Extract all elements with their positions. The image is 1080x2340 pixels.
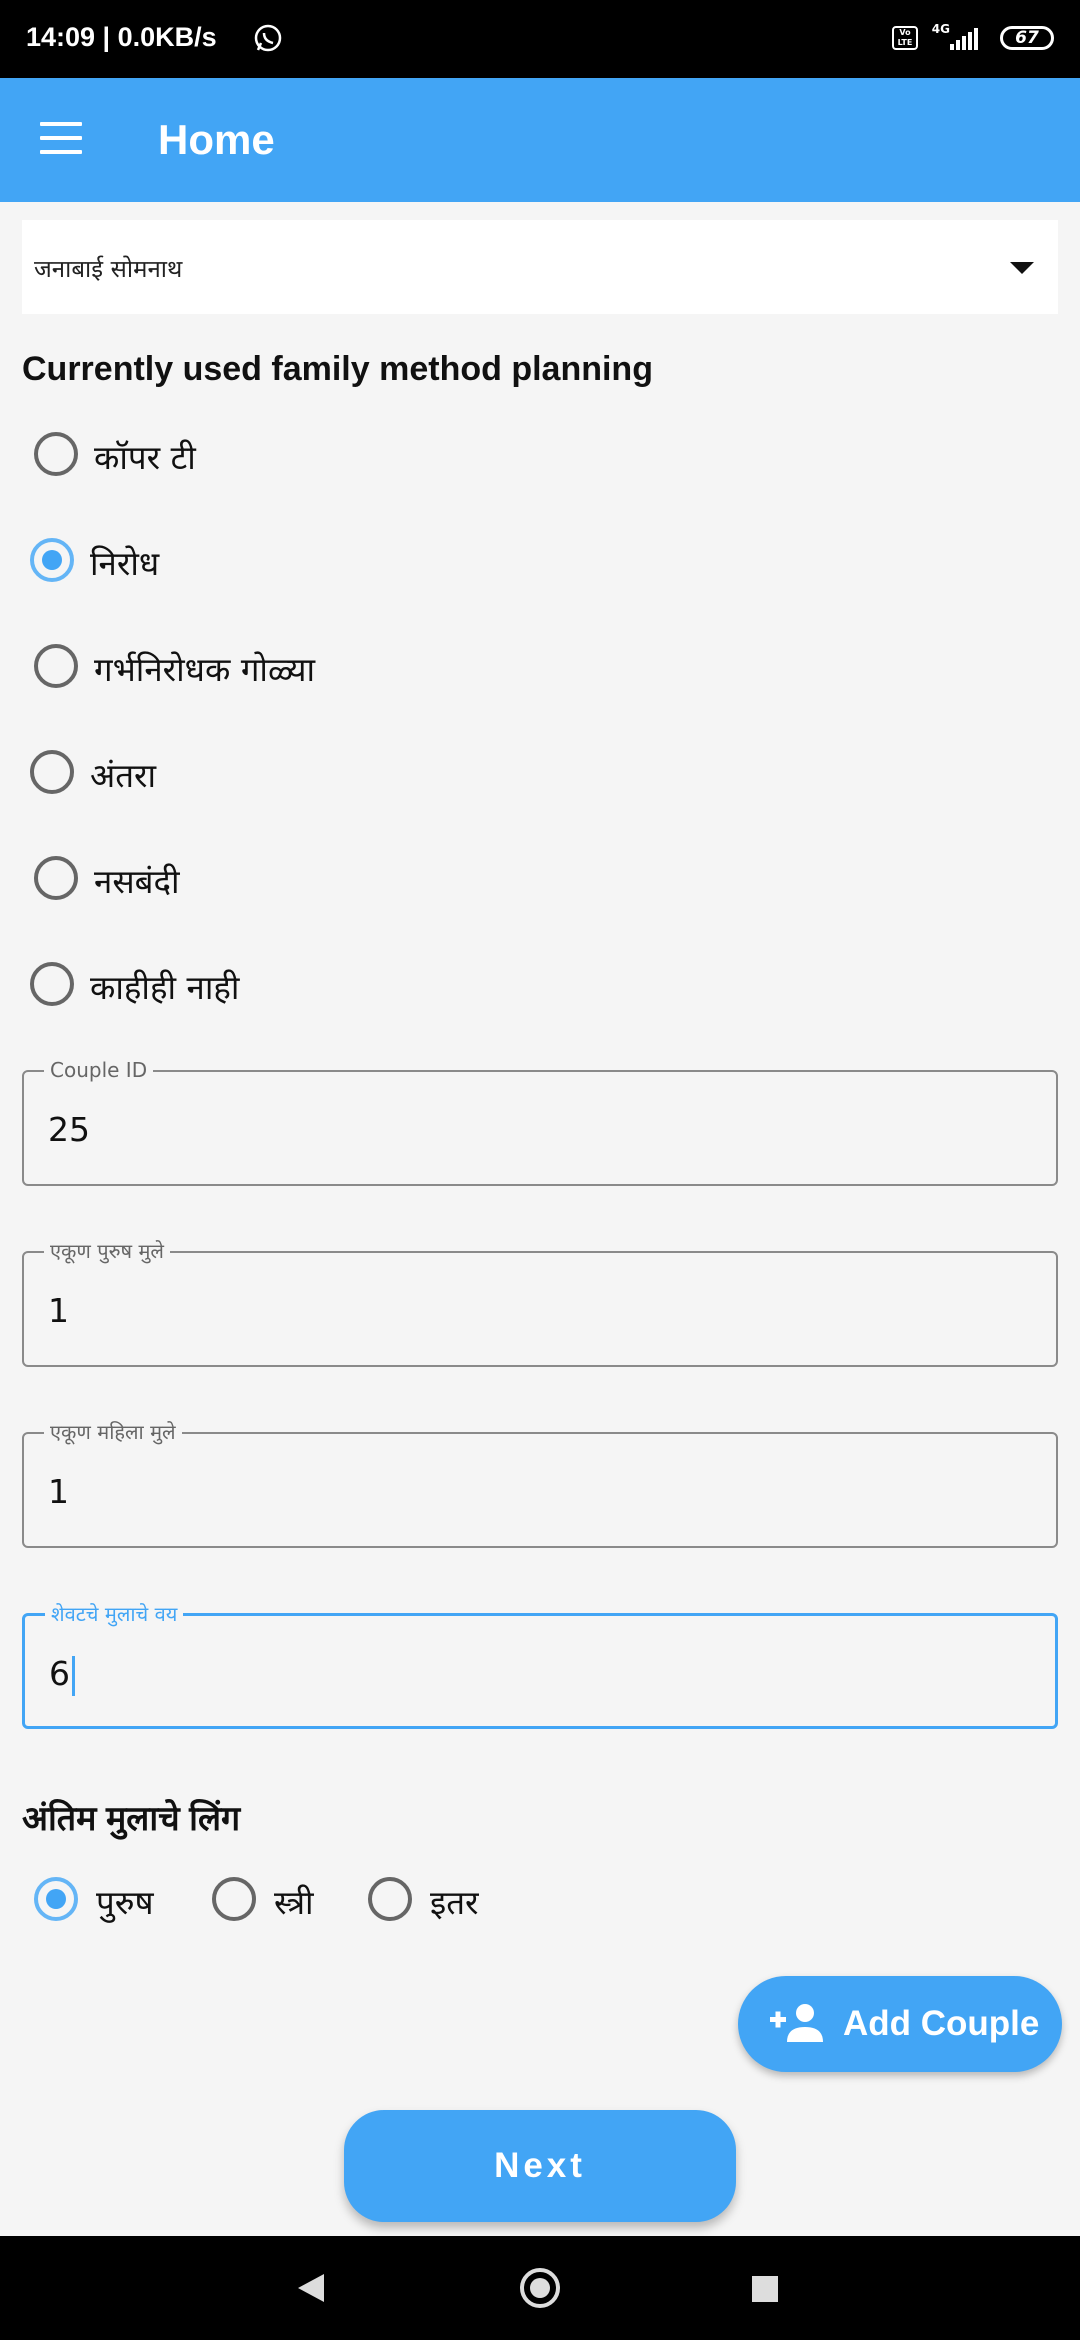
field-value-text: 6 [49, 1654, 70, 1693]
radio-label: पुरुष [96, 1883, 154, 1922]
field-label: Couple ID [44, 1058, 154, 1082]
radio-option-contraceptive-pills[interactable]: गर्भनिरोधक गोळ्या [34, 644, 434, 704]
dropdown-arrow-icon [1010, 262, 1034, 274]
radio-option-copper-t[interactable]: कॉपर टी [34, 432, 434, 492]
field-value: 1 [48, 1472, 69, 1511]
radio-button[interactable] [34, 432, 78, 476]
radio-label: कॉपर टी [94, 438, 196, 477]
radio-label: काहीही नाही [90, 968, 240, 1007]
radio-option-male[interactable]: पुरुष [34, 1877, 184, 1937]
battery-icon: 67 [1000, 26, 1054, 50]
status-time: 14:09 | 0.0KB/s [26, 22, 217, 52]
radio-label: इतर [430, 1883, 479, 1922]
radio-label: स्त्री [274, 1883, 314, 1922]
radio-option-other[interactable]: इतर [368, 1877, 508, 1937]
add-couple-label: Add Couple [843, 2004, 1040, 2043]
radio-button[interactable] [30, 962, 74, 1006]
female-children-field[interactable]: एकूण महिला मुले 1 [22, 1420, 1058, 1548]
system-nav-bar [0, 2236, 1080, 2340]
status-bar: 14:09 | 0.0KB/s Vo LTE 4G 67 [0, 0, 1080, 78]
radio-label: अंतरा [90, 756, 157, 795]
recent-apps-icon[interactable] [752, 2276, 778, 2302]
add-person-icon [770, 2004, 823, 2042]
field-label: एकूण महिला मुले [44, 1420, 182, 1444]
radio-option-sterilization[interactable]: नसबंदी [34, 856, 434, 916]
page-title: Home [158, 116, 275, 163]
dropdown-selected-value: जनाबाई सोमनाथ [34, 255, 183, 283]
radio-button-checked[interactable] [30, 538, 74, 582]
hamburger-menu-icon[interactable] [40, 122, 82, 156]
last-child-age-field[interactable]: शेवटचे मुलाचे वय 6 [22, 1602, 1058, 1729]
back-icon[interactable] [298, 2274, 324, 2302]
volte-icon: Vo LTE [892, 26, 918, 50]
male-children-field[interactable]: एकूण पुरुष मुले 1 [22, 1239, 1058, 1367]
radio-option-nirodh[interactable]: निरोध [30, 538, 430, 598]
field-value: 1 [48, 1291, 69, 1330]
last-child-gender-heading: अंतिम मुलाचे लिंग [22, 1800, 241, 1838]
radio-option-none[interactable]: काहीही नाही [30, 962, 430, 1022]
app-bar: Home [0, 78, 1080, 202]
add-couple-button[interactable]: Add Couple [738, 1976, 1062, 2072]
radio-button[interactable] [34, 856, 78, 900]
radio-button[interactable] [30, 750, 74, 794]
radio-label: गर्भनिरोधक गोळ्या [94, 650, 316, 689]
field-value: 6 [49, 1654, 75, 1696]
field-label: एकूण पुरुष मुले [44, 1239, 170, 1263]
next-button[interactable]: Next [344, 2110, 736, 2222]
signal-icon [950, 28, 978, 50]
field-value: 25 [48, 1110, 90, 1149]
radio-label: नसबंदी [94, 862, 180, 901]
radio-option-antara[interactable]: अंतरा [30, 750, 430, 810]
radio-label: निरोध [90, 544, 160, 583]
field-label: शेवटचे मुलाचे वय [45, 1602, 184, 1626]
home-icon[interactable] [520, 2268, 560, 2308]
couple-dropdown[interactable]: जनाबाई सोमनाथ [22, 220, 1058, 314]
radio-button[interactable] [368, 1877, 412, 1921]
radio-option-female[interactable]: स्त्री [212, 1877, 352, 1937]
next-label: Next [494, 2146, 586, 2185]
text-caret [72, 1655, 75, 1696]
radio-button[interactable] [212, 1877, 256, 1921]
couple-id-field[interactable]: Couple ID 25 [22, 1058, 1058, 1186]
whatsapp-icon [254, 24, 282, 52]
family-planning-heading: Currently used family method planning [22, 350, 653, 388]
radio-button[interactable] [34, 644, 78, 688]
radio-button-checked[interactable] [34, 1877, 78, 1921]
